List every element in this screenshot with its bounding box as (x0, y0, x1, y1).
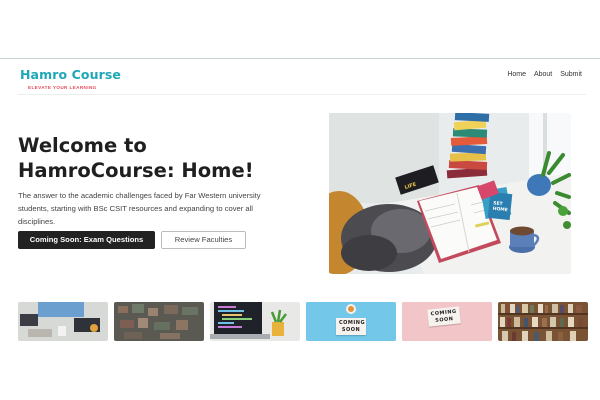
exam-questions-button[interactable]: Coming Soon: Exam Questions (18, 231, 155, 249)
thumbnail-coming-soon-blue[interactable]: COMING SOON (306, 302, 396, 341)
thumbnail-workspace[interactable] (18, 302, 108, 341)
nav-item-home[interactable]: Home (507, 71, 526, 78)
thumbnail-city[interactable] (114, 302, 204, 341)
navbar: Hamro Course ELEVATE YOUR LEARNING Home … (18, 60, 586, 95)
thumbnail-coming-soon-pink[interactable]: COMING SOON (402, 302, 492, 341)
thumbnail-code-laptop[interactable] (210, 302, 300, 341)
review-faculties-button[interactable]: Review Faculties (161, 231, 246, 249)
hero-photo: LIFE SETHOME (329, 113, 571, 274)
nav-item-about[interactable]: About (534, 71, 552, 78)
thumbnail-row: COMING SOON COMING SOON (18, 302, 588, 341)
brand-name: Hamro Course (20, 67, 121, 82)
hero-title: Welcome to HamroCourse: Home! (18, 134, 254, 182)
nav-item-submit[interactable]: Submit (560, 71, 582, 78)
hero-subtitle: The answer to the academic challenges fa… (18, 191, 261, 226)
thumbnail-bookshelf[interactable] (498, 302, 588, 341)
coming-soon-label: COMING SOON (336, 318, 366, 335)
brand-tagline: ELEVATE YOUR LEARNING (28, 85, 97, 90)
brand-logo[interactable]: Hamro Course ELEVATE YOUR LEARNING (20, 66, 121, 90)
nav-menu: Home About Submit (501, 71, 582, 78)
top-divider (0, 58, 600, 59)
coming-soon-label: COMING SOON (427, 306, 461, 327)
